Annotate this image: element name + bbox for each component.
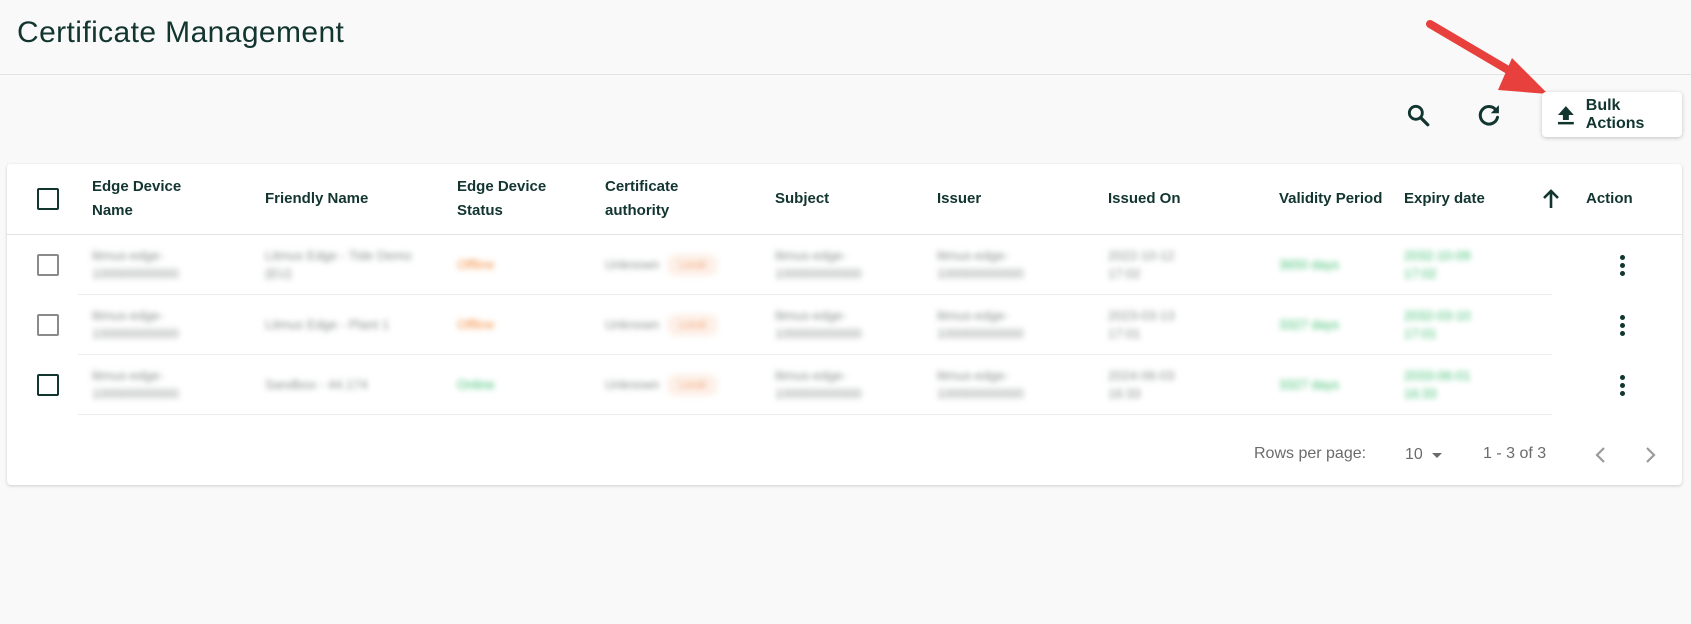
status-cell: Online (457, 377, 495, 392)
col-issuer[interactable]: Issuer (937, 164, 1057, 234)
table-header: Edge Device Name Friendly Name Edge Devi… (7, 164, 1682, 235)
ca-cell: Unknown Local (605, 355, 765, 415)
col-expiry-date[interactable]: Expiry date (1404, 164, 1514, 234)
expiry-cell: 2033-06-01 16:33 (1404, 368, 1471, 401)
col-issued-on[interactable]: Issued On (1108, 164, 1238, 234)
select-all-checkbox[interactable] (37, 188, 59, 210)
validity-cell: 3650 days (1279, 257, 1339, 272)
certificates-table: Edge Device Name Friendly Name Edge Devi… (7, 164, 1682, 485)
row-divider (78, 414, 1552, 415)
rows-per-page-value: 10 (1405, 446, 1423, 463)
status-cell: Offline (457, 257, 495, 272)
next-page-button[interactable] (1636, 441, 1664, 469)
validity-cell: 3327 days (1279, 317, 1339, 332)
chevron-left-icon (1595, 447, 1605, 463)
page-title: Certificate Management (17, 16, 345, 49)
ca-badge: Local (667, 314, 718, 336)
arrow-up-icon (1543, 189, 1559, 208)
ca-text: Unknown (605, 257, 660, 272)
expiry-cell: 2032-03-10 17:01 (1404, 308, 1471, 341)
subject-cell: litmus-edge-100000000000 (775, 368, 862, 401)
prev-page-button[interactable] (1587, 441, 1615, 469)
col-edge-device-status[interactable]: Edge Device Status (457, 164, 567, 234)
issued-on-cell: 2022-10-12 17:02 (1108, 248, 1175, 281)
bulk-actions-button[interactable]: Bulk Actions (1542, 92, 1682, 137)
ca-cell: Unknown Local (605, 235, 765, 295)
pagination-range: 1 - 3 of 3 (1483, 445, 1547, 462)
issuer-cell: litmus-edge-100000000000 (937, 308, 1024, 341)
ca-badge: Local (667, 374, 718, 396)
friendly-name-cell: Litmus Edge - Plant 1 (265, 317, 390, 332)
issuer-cell: litmus-edge-100000000000 (937, 368, 1024, 401)
col-certificate-authority[interactable]: Certificate authority (605, 164, 705, 234)
refresh-icon (1478, 105, 1500, 126)
col-friendly-name[interactable]: Friendly Name (265, 164, 445, 234)
friendly-name-cell: Sandbox - 44.174 (265, 377, 368, 392)
friendly-name-cell: Litmus Edge - Tide Demo (EU) (265, 248, 412, 281)
issuer-cell: litmus-edge-100000000000 (937, 248, 1024, 281)
ca-badge: Local (667, 254, 718, 276)
rows-per-page-select[interactable]: 10 (1405, 441, 1455, 469)
refresh-button[interactable] (1469, 95, 1509, 135)
upload-icon (1557, 105, 1574, 124)
subject-cell: litmus-edge-100000000000 (775, 248, 862, 281)
chevron-down-icon (1431, 453, 1442, 458)
col-action: Action (1586, 190, 1633, 207)
row-actions-button[interactable] (1607, 310, 1637, 340)
table-row[interactable]: litmus-edge-100000000000 Sandbox - 44.17… (7, 355, 1682, 415)
row-checkbox[interactable] (37, 314, 59, 336)
table-row[interactable]: litmus-edge-100000000000 Litmus Edge - P… (7, 295, 1682, 355)
row-checkbox[interactable] (37, 374, 59, 396)
sort-button[interactable] (1539, 164, 1569, 234)
col-validity-period[interactable]: Validity Period (1279, 164, 1399, 234)
row-actions-button[interactable] (1607, 370, 1637, 400)
rows-per-page-label: Rows per page: (1254, 445, 1367, 462)
annotation-arrow (1426, 20, 1548, 94)
issued-on-cell: 2023-03-13 17:01 (1108, 308, 1175, 341)
issued-on-cell: 2024-06-03 16:33 (1108, 368, 1175, 401)
col-edge-device-name[interactable]: Edge Device Name (92, 164, 222, 234)
search-button[interactable] (1398, 95, 1438, 135)
ca-cell: Unknown Local (605, 295, 765, 355)
device-name-cell: litmus-edge-100000000000 (92, 368, 179, 401)
expiry-cell: 2032-10-09 17:02 (1404, 248, 1471, 281)
ca-text: Unknown (605, 377, 660, 392)
device-name-cell: litmus-edge-100000000000 (92, 248, 179, 281)
subject-cell: litmus-edge-100000000000 (775, 308, 862, 341)
bulk-actions-label: Bulk Actions (1585, 96, 1645, 132)
row-checkbox[interactable] (37, 254, 59, 276)
search-icon (1407, 104, 1430, 127)
chevron-right-icon (1646, 447, 1656, 463)
validity-cell: 3327 days (1279, 377, 1339, 392)
ca-text: Unknown (605, 317, 660, 332)
device-name-cell: litmus-edge-100000000000 (92, 308, 179, 341)
col-subject[interactable]: Subject (775, 164, 895, 234)
status-cell: Offline (457, 317, 495, 332)
pagination: Rows per page: 10 1 - 3 of 3 (7, 435, 1682, 475)
row-actions-button[interactable] (1607, 250, 1637, 280)
table-row[interactable]: litmus-edge-100000000000 Litmus Edge - T… (7, 235, 1682, 295)
